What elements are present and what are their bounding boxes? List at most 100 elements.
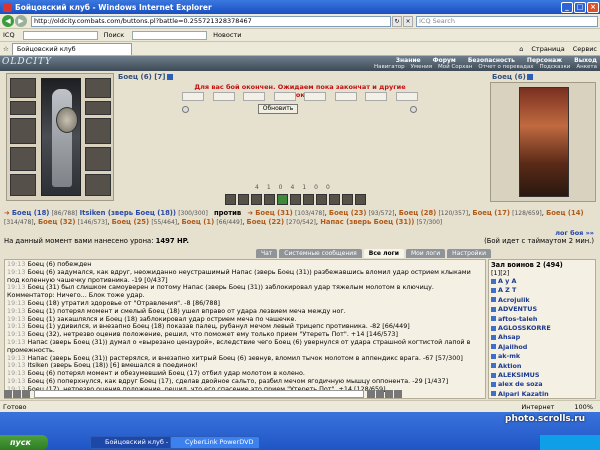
armor-slot-icon[interactable] — [10, 147, 36, 171]
battle-log-link[interactable]: лог боя »» — [555, 229, 594, 237]
strike-slot[interactable] — [304, 92, 327, 101]
chat-tool-icon[interactable] — [13, 390, 21, 398]
skill-icon[interactable] — [316, 194, 327, 205]
battle-log: 19:13 Боец (6) побежден 19:13 Боец (6) з… — [4, 259, 486, 399]
subnav-item[interactable]: Подсказки — [540, 64, 571, 70]
news-button[interactable]: Новости — [213, 31, 241, 39]
clan-icon — [491, 306, 496, 312]
zoom-level[interactable]: 100% — [574, 403, 593, 411]
subnav-item[interactable]: Анкета — [576, 64, 597, 70]
search-input[interactable]: ICQ Search — [416, 15, 598, 27]
subnav-item[interactable]: Отчет о перевадах — [478, 64, 533, 70]
list-item[interactable]: AGLOSSKORRE — [491, 324, 593, 333]
skill-icon[interactable] — [290, 194, 301, 205]
toolbar-search-field[interactable] — [132, 30, 208, 40]
list-item[interactable]: Aktion — [491, 362, 593, 371]
shield-slot-icon[interactable] — [85, 147, 111, 171]
helmet-slot-icon[interactable] — [10, 78, 36, 98]
tab-all-logs[interactable]: Все логи — [363, 249, 404, 258]
stop-icon[interactable]: × — [403, 15, 413, 27]
ring-slot-icon[interactable] — [85, 101, 111, 115]
info-icon[interactable] — [166, 74, 173, 80]
url-field[interactable]: http://oldcity.combats.com/buttons.pl?ba… — [31, 15, 391, 27]
subnav-item[interactable]: Мой Сорхан — [438, 64, 472, 70]
list-item[interactable]: Acrojulik — [491, 296, 593, 305]
topnav-item[interactable]: Выход — [574, 57, 597, 64]
skill-icon[interactable] — [303, 194, 314, 205]
subnav-item[interactable]: Навигатор — [374, 64, 405, 70]
skill-icon[interactable] — [264, 194, 275, 205]
taskbar-item-powerdvd[interactable]: CyberLink PowerDVD — [170, 436, 260, 449]
favorites-star-icon[interactable]: ☆ — [3, 45, 9, 53]
forward-icon[interactable]: ▶ — [15, 15, 27, 27]
list-item[interactable]: Ahsap — [491, 333, 593, 342]
taskbar-item-ie[interactable]: Бойцовский клуб - ... — [90, 436, 180, 449]
maximize-icon[interactable]: □ — [574, 1, 586, 13]
window-title: Бойцовский клуб - Windows Internet Explo… — [15, 2, 212, 12]
topnav-item[interactable]: Знание — [396, 57, 421, 64]
topnav-item[interactable]: Форум — [433, 57, 456, 64]
gloves-slot-icon[interactable] — [85, 118, 111, 144]
strike-slot[interactable] — [334, 92, 357, 101]
strike-slot[interactable] — [395, 92, 418, 101]
refresh-icon[interactable]: ↻ — [392, 15, 402, 27]
close-icon[interactable]: × — [587, 1, 599, 13]
opponent-name[interactable]: Боец (6) — [492, 73, 533, 81]
start-button[interactable]: пуск — [0, 435, 48, 450]
tab-settings[interactable]: Настройки — [447, 249, 492, 258]
skill-icon[interactable] — [342, 194, 353, 205]
list-item[interactable]: ADVENTUS — [491, 305, 593, 314]
topnav-item[interactable]: Персонаж — [527, 57, 562, 64]
skill-icon[interactable] — [277, 194, 288, 205]
topnav-item[interactable]: Безопасность — [468, 57, 515, 64]
list-item[interactable]: A y A — [491, 277, 593, 286]
info-icon[interactable] — [526, 74, 533, 80]
search-button[interactable]: Поиск — [104, 31, 125, 39]
skill-icon[interactable] — [251, 194, 262, 205]
amulet-slot-icon[interactable] — [10, 101, 36, 115]
refresh-button[interactable]: Обновить — [258, 104, 298, 114]
chat-tool-icon[interactable] — [4, 390, 12, 398]
strike-slot[interactable] — [243, 92, 266, 101]
strike-slot[interactable] — [365, 92, 388, 101]
log-line: 19:13 Напас (зверь Боец (31)) думал о «в… — [7, 337, 471, 354]
tab-chat[interactable]: Чат — [256, 249, 278, 258]
icq-field[interactable] — [22, 30, 98, 40]
minimize-icon[interactable]: _ — [561, 1, 573, 13]
boots-slot-icon[interactable] — [85, 174, 111, 196]
list-item[interactable]: aftos-taleh — [491, 315, 593, 324]
player-name[interactable]: Боец (6) [7] — [118, 73, 173, 81]
home-icon[interactable]: ⌂ — [519, 45, 523, 53]
skill-icon[interactable] — [329, 194, 340, 205]
list-item[interactable]: Ajailhod — [491, 343, 593, 352]
warriors-hall-pages[interactable]: [1][2] — [491, 269, 593, 277]
earring-slot-icon[interactable] — [85, 78, 111, 98]
chat-tool-icon[interactable] — [367, 390, 375, 398]
list-item[interactable]: ALEKSIMUS — [491, 371, 593, 380]
tab-system-messages[interactable]: Системные сообщения — [279, 249, 362, 258]
chat-tool-icon[interactable] — [22, 390, 30, 398]
weapon-slot-icon[interactable] — [10, 118, 36, 144]
icq-button[interactable]: ICQ — [3, 31, 15, 39]
strike-slot[interactable] — [212, 92, 235, 101]
list-item[interactable]: A Z T — [491, 286, 593, 295]
back-icon[interactable]: ◀ — [2, 15, 14, 27]
belt-slot-icon[interactable] — [10, 174, 36, 196]
strike-slot[interactable] — [182, 92, 204, 101]
chat-tool-icon[interactable] — [385, 390, 393, 398]
versus-label: против — [213, 209, 242, 217]
chat-input[interactable] — [34, 390, 364, 398]
tab-combats[interactable]: Бойцовский клуб — [11, 42, 132, 55]
tab-my-logs[interactable]: Мои логи — [405, 249, 446, 258]
clan-icon — [491, 334, 496, 340]
skill-icon[interactable] — [355, 194, 366, 205]
skill-icon[interactable] — [225, 194, 236, 205]
skill-icon[interactable] — [238, 194, 249, 205]
service-menu[interactable]: Сервис — [573, 45, 597, 53]
page-menu[interactable]: Страница — [531, 45, 564, 53]
strike-slot[interactable] — [273, 92, 296, 101]
list-item[interactable]: ak-mk — [491, 352, 593, 361]
chat-tool-icon[interactable] — [376, 390, 384, 398]
subnav-item[interactable]: Умения — [411, 64, 432, 70]
chat-tool-icon[interactable] — [394, 390, 402, 398]
